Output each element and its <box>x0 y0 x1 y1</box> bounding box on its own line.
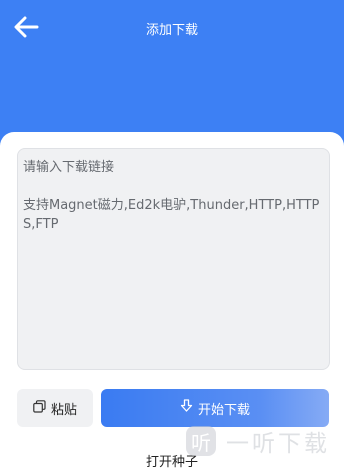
placeholder-line-1: 请输入下载链接 <box>23 160 115 175</box>
start-download-button[interactable]: 开始下载 <box>101 389 329 427</box>
paste-label: 粘贴 <box>50 402 77 418</box>
download-icon <box>180 399 193 417</box>
open-torrent-link[interactable]: 打开种子 <box>0 451 344 470</box>
start-download-label: 开始下载 <box>197 402 250 418</box>
placeholder-line-2: 支持Magnet磁力,Ed2k电驴,Thunder,HTTP,HTTPS,FTP <box>23 198 320 232</box>
page-title: 添加下载 <box>145 23 198 38</box>
header-bar: 添加下载 <box>0 0 344 150</box>
paste-button[interactable]: 粘贴 <box>17 389 93 427</box>
download-link-input[interactable]: 请输入下载链接 支持Magnet磁力,Ed2k电驴,Thunder,HTTP,H… <box>17 148 330 370</box>
clipboard-icon <box>33 399 46 417</box>
